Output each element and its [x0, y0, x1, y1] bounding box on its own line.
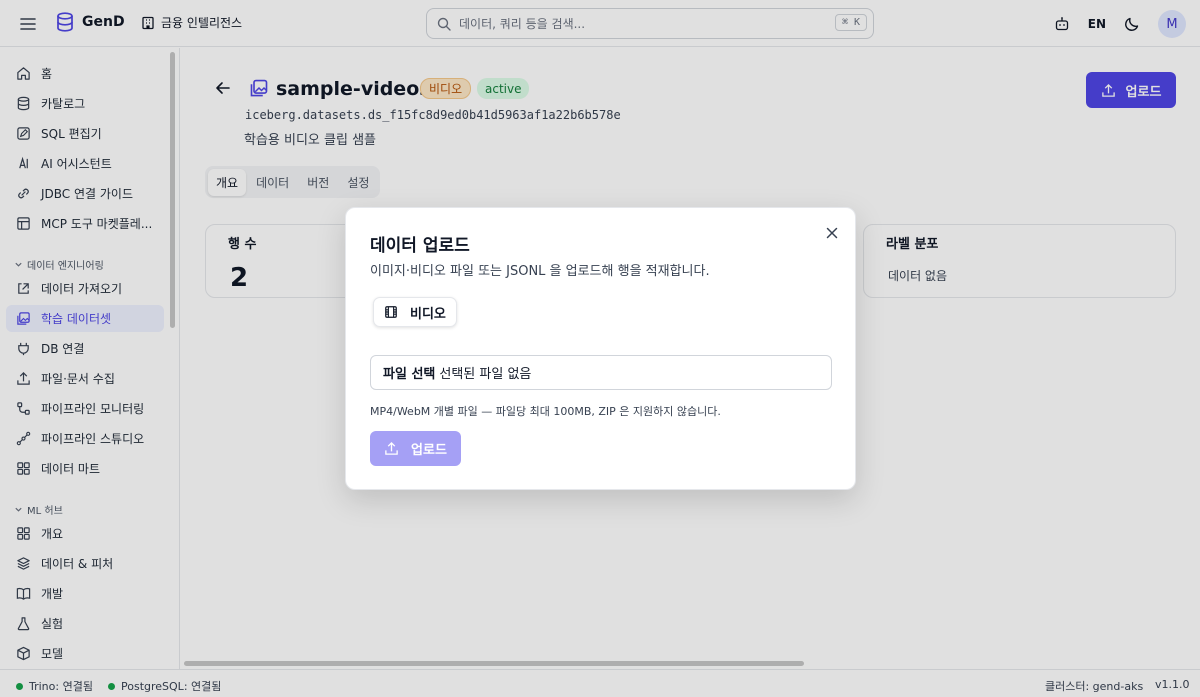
- choose-file-button[interactable]: 파일 선택: [383, 363, 435, 382]
- media-type-video[interactable]: 비디오: [373, 297, 457, 327]
- file-input[interactable]: 파일 선택 선택된 파일 없음: [370, 355, 832, 390]
- close-icon[interactable]: [824, 225, 840, 241]
- upload-icon: [385, 441, 398, 455]
- file-hint: MP4/WebM 개별 파일 — 파일당 최대 100MB, ZIP 은 지원하…: [370, 405, 721, 418]
- file-status: 선택된 파일 없음: [439, 367, 532, 382]
- upload-dialog: 데이터 업로드 이미지·비디오 파일 또는 JSONL 을 업로드해 행을 적재…: [345, 207, 856, 490]
- dialog-description: 이미지·비디오 파일 또는 JSONL 을 업로드해 행을 적재합니다.: [370, 264, 710, 279]
- film-icon: [385, 306, 397, 318]
- dialog-upload-button[interactable]: 업로드: [370, 431, 461, 466]
- dialog-title: 데이터 업로드: [370, 236, 470, 256]
